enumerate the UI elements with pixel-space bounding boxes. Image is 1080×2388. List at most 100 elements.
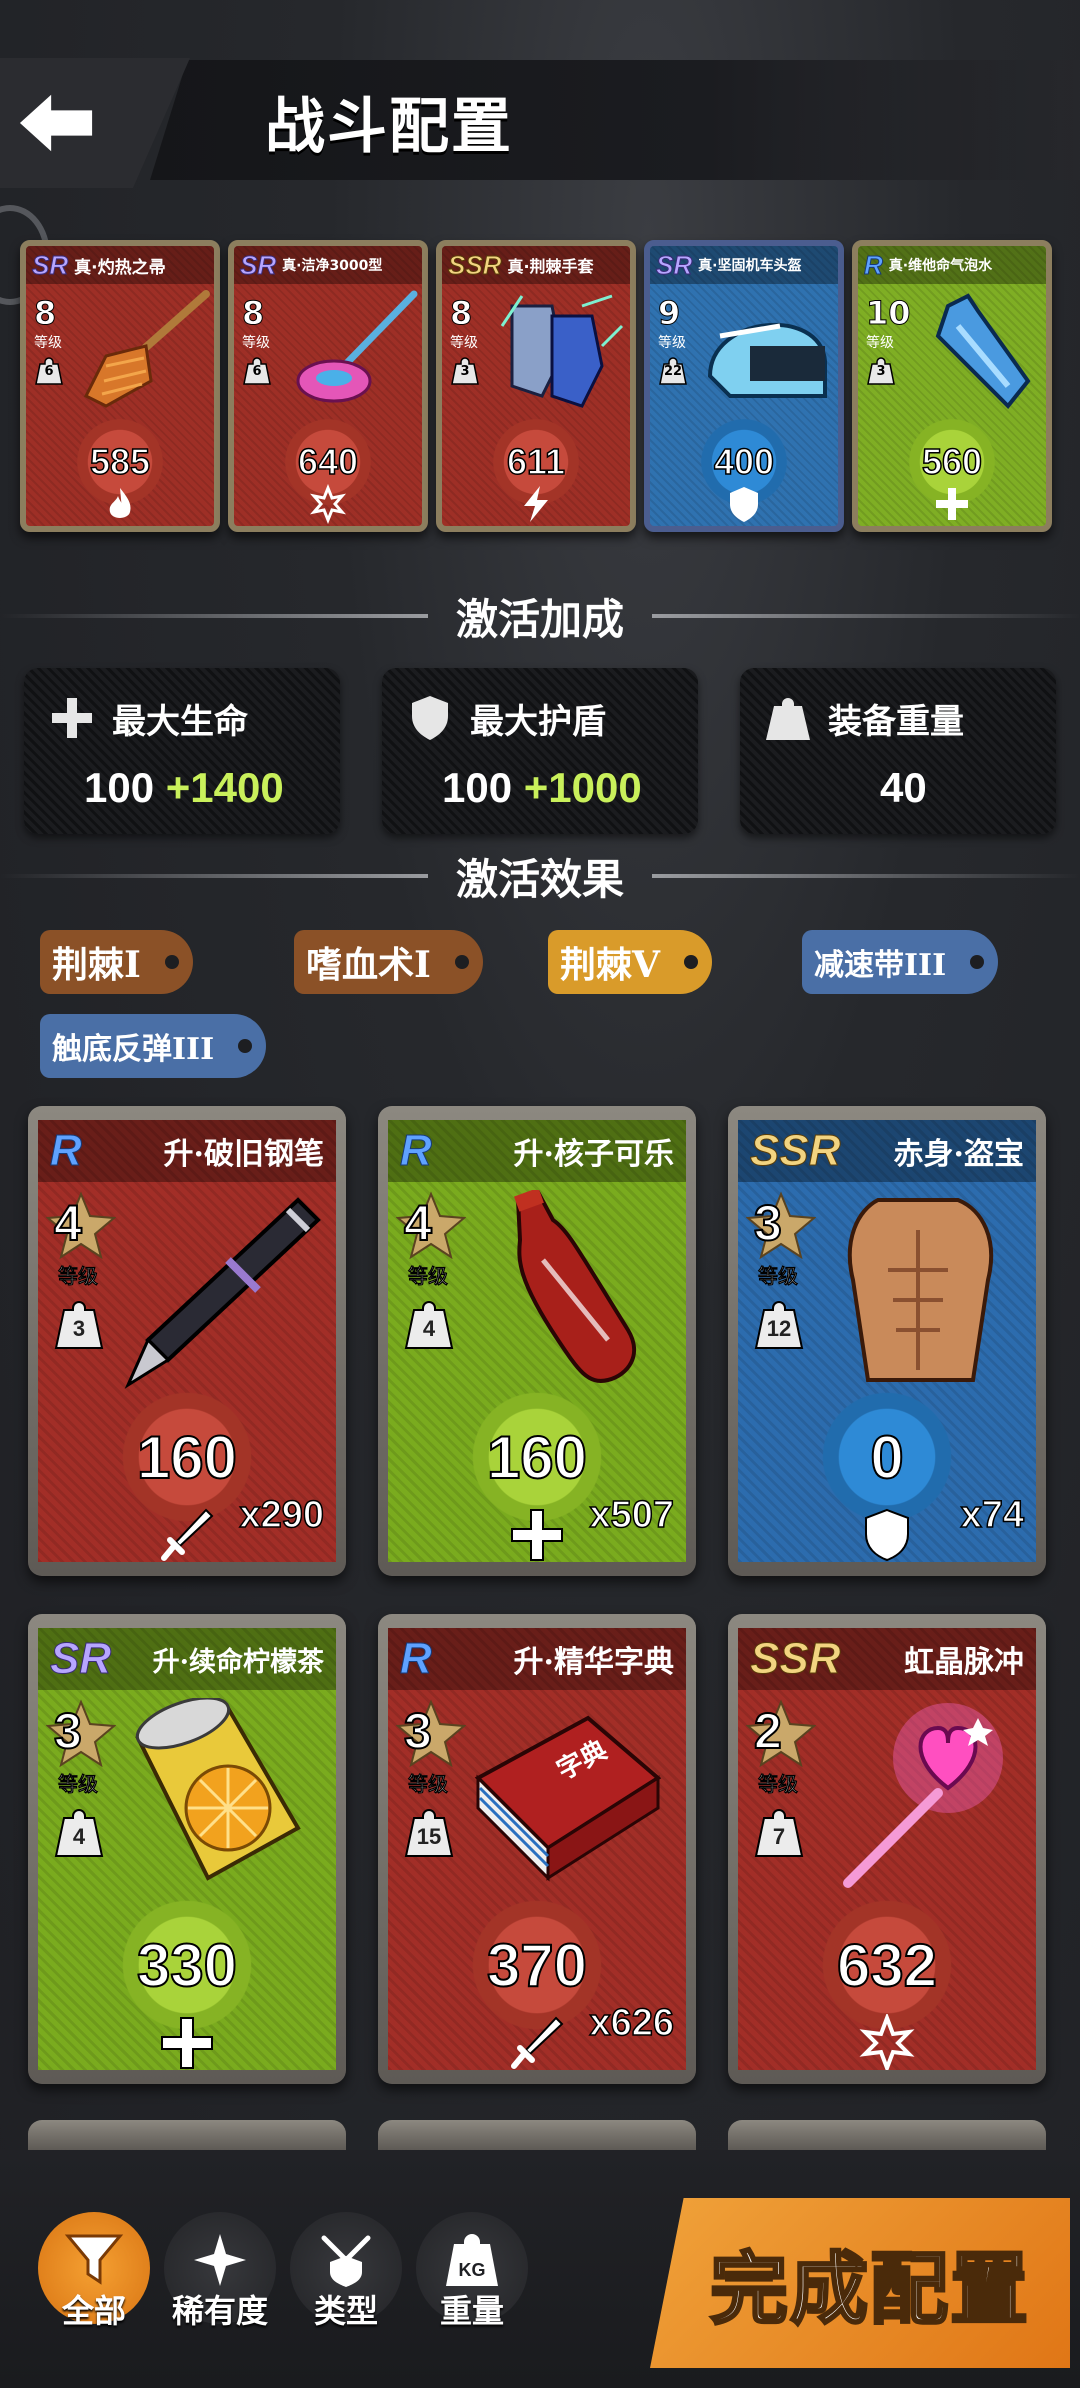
effect-tag[interactable]: 触底反弹III — [40, 1014, 267, 1078]
confirm-label: 完成配置 — [708, 2243, 1030, 2337]
inventory-card-peek[interactable] — [28, 2120, 346, 2150]
item-name: 升·精华字典 — [513, 1645, 674, 1680]
sparkle-icon — [194, 2234, 246, 2286]
water-bottle-icon — [935, 293, 1031, 409]
bonus-base: 100 — [442, 764, 513, 811]
lemon-tea-can-icon — [135, 1698, 301, 1881]
level-value: 8 — [449, 294, 473, 333]
effect-tag[interactable]: 嗜血术I — [294, 930, 483, 994]
level-value: 3 — [753, 1194, 783, 1252]
weight-value: 4 — [422, 1316, 436, 1341]
confirm-config-button[interactable]: 完成配置 — [650, 2198, 1070, 2368]
level-label: 等级 — [758, 1772, 799, 1797]
shield-icon — [865, 1508, 909, 1562]
item-name: 真·维他命气泡水 — [888, 258, 993, 274]
rarity-label: SSR — [749, 1126, 841, 1176]
bonus-value: 100 +1400 — [84, 764, 284, 812]
rarity-label: SR — [655, 249, 693, 280]
weight-value: 22 — [663, 364, 683, 379]
level-value: 3 — [403, 1702, 433, 1760]
item-count: x74 — [960, 1493, 1025, 1537]
item-name: 真·坚固机车头盔 — [698, 258, 802, 274]
item-count: x290 — [239, 1493, 325, 1537]
item-count: x507 — [589, 1493, 675, 1537]
back-arrow-icon — [19, 94, 93, 152]
inventory-card[interactable]: R 升·破旧钢笔 4 等级 3 160 x290 — [28, 1106, 346, 1576]
kg-icon-text: KG — [459, 2260, 486, 2280]
equipped-card[interactable]: R 真·维他命气泡水 10 等级 3 560 — [852, 240, 1052, 532]
weight-badge: 3 — [450, 356, 480, 386]
inventory-card-peek[interactable] — [378, 2120, 696, 2150]
inventory-card-peek[interactable] — [728, 2120, 1046, 2150]
effect-tag[interactable]: 荆棘I — [40, 930, 193, 994]
effect-tag[interactable]: 荆棘V — [548, 930, 712, 994]
weight-badge: 6 — [34, 356, 64, 386]
weight-value: 6 — [252, 364, 262, 379]
level-value: 4 — [53, 1194, 83, 1252]
inventory-card[interactable]: SR 升·续命柠檬茶 3 等级 4 330 — [28, 1614, 346, 2084]
plus-icon — [936, 488, 968, 520]
equipped-card[interactable]: SR 真·坚固机车头盔 9 等级 22 400 — [644, 240, 844, 532]
item-name: 真·洁净3000型 — [282, 258, 383, 274]
broom-icon — [83, 290, 210, 408]
bonus-equip-weight: 装备重量 40 — [740, 668, 1056, 834]
bonus-max-health: 最大生命 100 +1400 — [24, 668, 340, 834]
card-header: R 升·破旧钢笔 — [38, 1120, 336, 1182]
rarity-label: SSR — [749, 1634, 841, 1684]
rarity-label: R — [50, 1126, 83, 1176]
equipped-card[interactable]: SR 真·洁净3000型 8 等级 6 640 — [228, 240, 428, 532]
shield-icon — [730, 487, 758, 522]
item-name: 升·核子可乐 — [513, 1137, 674, 1172]
inventory-card[interactable]: SSR 赤身·盗宝 3 等级 12 0 x74 — [728, 1106, 1046, 1576]
weight-badge: 12 — [754, 1296, 804, 1350]
weight-badge: 22 — [658, 356, 688, 386]
filter-label: 类型 — [313, 2292, 378, 2330]
card-header: R 真·维他命气泡水 — [858, 246, 1046, 284]
rarity-label: SSR — [447, 249, 502, 280]
inventory-card[interactable]: SSR 虹晶脉冲 2 等级 7 632 — [728, 1614, 1046, 2084]
inventory-card[interactable]: R 升·核子可乐 4 等级 4 160 x507 — [378, 1106, 696, 1576]
bonus-plus: +1000 — [523, 764, 642, 811]
level-value: 2 — [753, 1702, 783, 1760]
card-header: SSR 赤身·盗宝 — [738, 1120, 1036, 1182]
bonus-label: 最大生命 — [112, 702, 248, 742]
equipped-card[interactable]: SSR 真·荆棘手套 8 等级 3 611 — [436, 240, 636, 532]
level-value: 8 — [241, 294, 265, 333]
rarity-label: R — [400, 1634, 433, 1684]
card-header: SSR 真·荆棘手套 — [442, 246, 630, 284]
bonus-section-label: 激活加成 — [456, 594, 625, 644]
rarity-label: SR — [239, 249, 277, 280]
effect-section-title: 激活效果 — [0, 846, 1080, 906]
equipped-card[interactable]: SR 真·灼热之帚 8 等级 6 585 — [20, 240, 220, 532]
lightning-icon — [524, 486, 548, 522]
level-label: 等级 — [658, 335, 686, 351]
card-header: SSR 虹晶脉冲 — [738, 1628, 1036, 1690]
sword-icon — [161, 1508, 214, 1561]
item-name: 真·荆棘手套 — [507, 257, 594, 276]
bonus-label: 装备重量 — [828, 702, 964, 742]
shield-icon — [412, 696, 448, 740]
bonus-max-shield: 最大护盾 100 +1000 — [382, 668, 698, 834]
filter-label: 稀有度 — [171, 2292, 268, 2330]
weight-value: 7 — [772, 1824, 786, 1849]
inventory-card[interactable]: R 升·精华字典 3 等级 15 字典 370 x626 — [378, 1614, 696, 2084]
torso-icon — [847, 1198, 994, 1382]
weight-badge: 15 — [404, 1804, 454, 1858]
header: 战斗配置 — [0, 50, 1080, 190]
page-title: 战斗配置 — [265, 92, 513, 162]
level-label: 等级 — [408, 1772, 449, 1797]
rarity-label: R — [864, 249, 884, 280]
weight-badge: 4 — [54, 1804, 104, 1858]
weight-value: 3 — [876, 364, 886, 379]
weight-badge: 4 — [404, 1296, 454, 1350]
effect-tag[interactable]: 减速带III — [802, 930, 999, 994]
level-value: 9 — [657, 294, 681, 333]
weight-value: 15 — [416, 1824, 442, 1849]
weight-value: 6 — [44, 364, 54, 379]
weight-value: 4 — [72, 1824, 86, 1849]
level-value: 8 — [33, 294, 57, 333]
helmet-icon — [707, 322, 827, 398]
card-header: R 升·精华字典 — [388, 1628, 686, 1690]
weight-badge: 3 — [54, 1296, 104, 1350]
heart-wand-icon — [843, 1703, 1003, 1888]
